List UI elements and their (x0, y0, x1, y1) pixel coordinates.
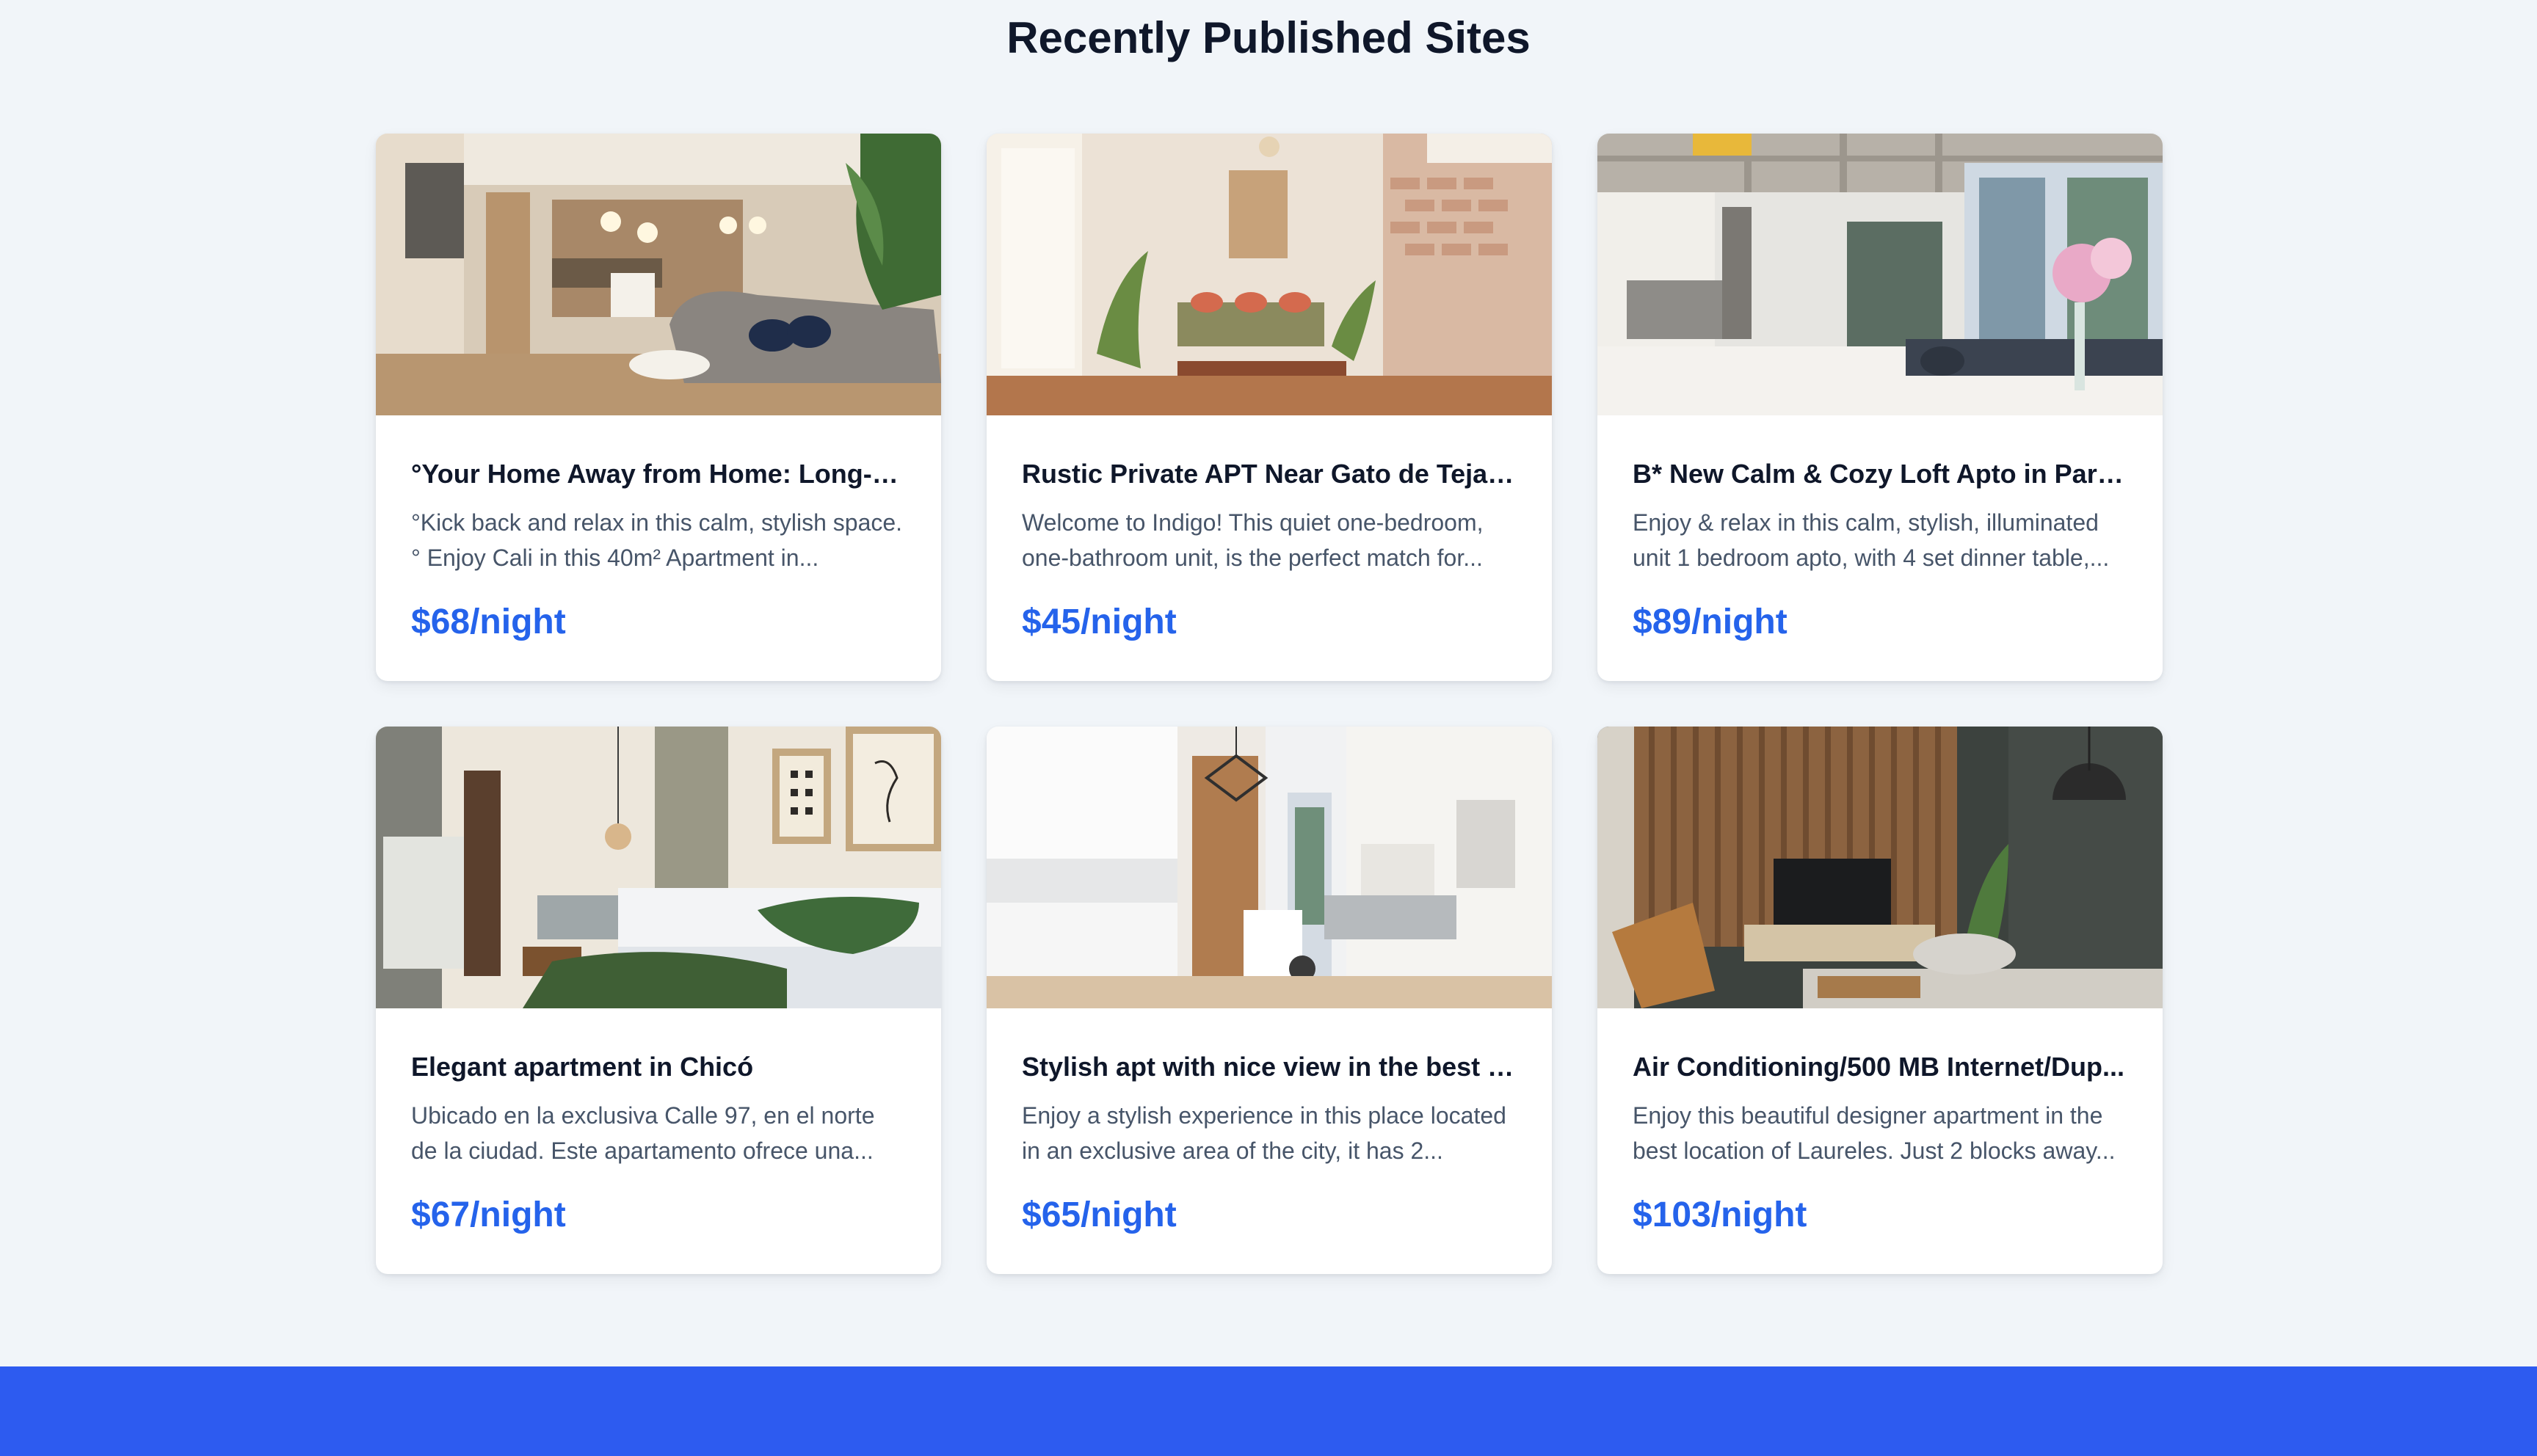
listing-card[interactable]: Rustic Private APT Near Gato de Tejad...… (987, 134, 1552, 681)
listing-title[interactable]: B* New Calm & Cozy Loft Apto in Park... (1633, 456, 2127, 492)
listing-card[interactable]: Air Conditioning/500 MB Internet/Dup... … (1597, 727, 2163, 1274)
listing-title[interactable]: Rustic Private APT Near Gato de Tejad... (1022, 456, 1517, 492)
footer-bar (0, 1366, 2537, 1456)
listing-card[interactable]: Elegant apartment in Chicó Ubicado en la… (376, 727, 941, 1274)
listing-description: Enjoy this beautiful designer apartment … (1633, 1102, 2116, 1164)
listing-description: Ubicado en la exclusiva Calle 97, en el … (411, 1102, 875, 1164)
listing-card[interactable]: °Your Home Away from Home: Long-T... °Ki… (376, 134, 941, 681)
listing-price: $67/night (411, 1195, 566, 1234)
listing-photo[interactable] (376, 727, 941, 1008)
listing-description: Enjoy a stylish experience in this place… (1022, 1102, 1506, 1164)
listing-photo[interactable] (987, 134, 1552, 415)
listing-title[interactable]: Elegant apartment in Chicó (411, 1049, 906, 1085)
listing-price: $103/night (1633, 1195, 1807, 1234)
listing-title[interactable]: Air Conditioning/500 MB Internet/Dup... (1633, 1049, 2127, 1085)
listing-price: $45/night (1022, 603, 1177, 641)
section-title: Recently Published Sites (1006, 13, 1531, 62)
listing-card[interactable]: B* New Calm & Cozy Loft Apto in Park... … (1597, 134, 2163, 681)
listings-grid: °Your Home Away from Home: Long-T... °Ki… (376, 134, 2163, 1274)
listing-photo[interactable] (987, 727, 1552, 1008)
listing-title[interactable]: °Your Home Away from Home: Long-T... (411, 456, 906, 492)
listing-price: $65/night (1022, 1195, 1177, 1234)
listing-photo[interactable] (1597, 134, 2163, 415)
listing-description: Welcome to Indigo! This quiet one-bedroo… (1022, 509, 1484, 571)
listing-title[interactable]: Stylish apt with nice view in the best c… (1022, 1049, 1517, 1085)
listing-photo[interactable] (376, 134, 941, 415)
listing-price: $89/night (1633, 603, 1787, 641)
listing-photo[interactable] (1597, 727, 2163, 1008)
listing-description: °Kick back and relax in this calm, styli… (411, 509, 903, 571)
listing-card[interactable]: Stylish apt with nice view in the best c… (987, 727, 1552, 1274)
listing-price: $68/night (411, 603, 566, 641)
listing-description: Enjoy & relax in this calm, stylish, ill… (1633, 509, 2110, 571)
